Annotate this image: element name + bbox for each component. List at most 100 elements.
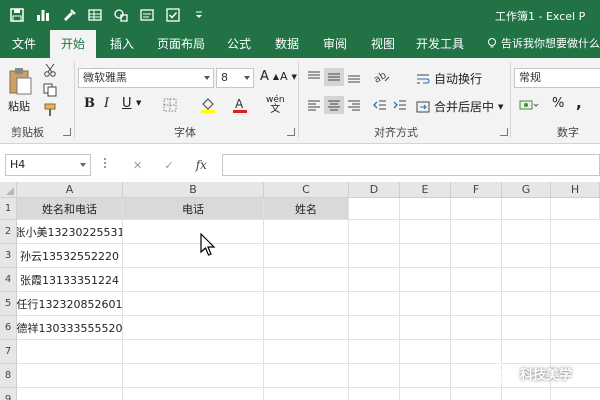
clipboard-group-label: 剪贴板 <box>11 126 44 139</box>
shrink-font-button[interactable]: A ▼ <box>280 70 297 83</box>
cell-a3[interactable]: 孙云13532552220 <box>17 244 123 268</box>
watermark-text: 科技美学 <box>520 367 573 383</box>
save-icon[interactable] <box>4 4 29 26</box>
tab-data[interactable]: 数据 <box>266 30 308 58</box>
font-name-select[interactable]: 微软雅黑 <box>78 68 214 88</box>
row-header[interactable]: 5 <box>0 292 17 316</box>
cell-a4[interactable]: 张霞13133351224 <box>17 268 123 292</box>
format-painter-icon[interactable] <box>42 102 58 118</box>
column-header-a[interactable]: A <box>17 182 123 198</box>
increase-indent-icon[interactable] <box>390 96 410 114</box>
grow-font-button[interactable]: A ▲ <box>260 69 279 84</box>
format-painter-icon[interactable] <box>56 4 81 26</box>
tab-review[interactable]: 审阅 <box>314 30 356 58</box>
cell-c1[interactable]: 姓名 <box>264 198 349 220</box>
font-launcher-icon[interactable] <box>287 128 295 136</box>
confirm-entry-button[interactable]: ✓ <box>164 159 173 172</box>
tab-view[interactable]: 视图 <box>362 30 404 58</box>
fill-color-icon[interactable] <box>196 95 220 115</box>
font-size-select[interactable]: 8 <box>216 68 254 88</box>
chart-icon[interactable] <box>30 4 55 26</box>
column-header-f[interactable]: F <box>451 182 502 198</box>
cell-a5[interactable]: 任行13232085260​1 <box>17 292 123 316</box>
column-header-g[interactable]: G <box>502 182 551 198</box>
accounting-format-icon[interactable] <box>516 96 542 114</box>
tab-page-layout[interactable]: 页面布局 <box>150 30 212 58</box>
cancel-entry-button[interactable]: ✕ <box>133 159 142 172</box>
underline-button[interactable]: U <box>122 96 132 111</box>
align-middle-icon[interactable] <box>324 68 344 86</box>
paste-icon[interactable] <box>6 64 34 98</box>
align-center-icon[interactable] <box>324 96 344 114</box>
ribbon-tab-bar: 文件 开始 插入 页面布局 公式 数据 审阅 视图 开发工具 告诉我你想要做什么 <box>0 30 600 59</box>
document-title: 工作簿1 - Excel P <box>495 10 586 23</box>
cell[interactable] <box>400 198 451 220</box>
align-top-icon[interactable] <box>304 68 324 86</box>
font-color-icon[interactable]: A <box>228 95 252 115</box>
column-header-b[interactable]: B <box>123 182 264 198</box>
cell-a2[interactable]: 张小美13230225531 <box>17 220 123 244</box>
form-icon[interactable] <box>134 4 159 26</box>
bold-button[interactable]: B <box>84 96 95 111</box>
row-header[interactable]: 3 <box>0 244 17 268</box>
orientation-icon[interactable]: ab <box>370 68 394 86</box>
clipboard-launcher-icon[interactable] <box>63 128 71 136</box>
phonetic-guide-button[interactable]: wén 文 <box>266 96 285 115</box>
name-box[interactable]: H4 <box>5 154 91 176</box>
tab-file[interactable]: 文件 <box>2 30 46 58</box>
column-header-c[interactable]: C <box>264 182 349 198</box>
paste-label[interactable]: 粘贴 <box>8 98 30 114</box>
grow-font-glyph: A <box>260 69 269 84</box>
row-header[interactable]: 1 <box>0 198 17 220</box>
align-bottom-icon[interactable] <box>344 68 364 86</box>
alignment-launcher-icon[interactable] <box>500 128 508 136</box>
align-left-icon[interactable] <box>304 96 324 114</box>
select-all-corner[interactable] <box>0 182 17 198</box>
row-header[interactable]: 6 <box>0 316 17 340</box>
number-group-label: 数字 <box>557 126 579 139</box>
cell-b1[interactable]: 电话 <box>123 198 264 220</box>
cell[interactable] <box>451 198 502 220</box>
copy-icon[interactable] <box>42 82 58 98</box>
tab-home[interactable]: 开始 <box>50 30 96 59</box>
cell[interactable] <box>551 198 600 220</box>
tab-developer[interactable]: 开发工具 <box>410 30 470 58</box>
customize-icon[interactable] <box>186 4 211 26</box>
table-icon[interactable] <box>82 4 107 26</box>
cell[interactable] <box>349 198 400 220</box>
tell-me-box[interactable]: 告诉我你想要做什么 <box>486 30 600 58</box>
italic-button[interactable]: I <box>104 96 109 111</box>
align-right-icon[interactable] <box>344 96 364 114</box>
row-header[interactable]: 9 <box>0 388 17 400</box>
tab-insert[interactable]: 插入 <box>100 30 144 58</box>
decrease-indent-icon[interactable] <box>370 96 390 114</box>
column-header-e[interactable]: E <box>400 182 451 198</box>
insert-function-button[interactable]: fx <box>196 158 207 172</box>
percent-style-button[interactable]: % <box>552 96 564 111</box>
shapes-icon[interactable] <box>108 4 133 26</box>
mouse-cursor-icon <box>200 233 216 256</box>
cell[interactable] <box>502 198 551 220</box>
row-header[interactable]: 2 <box>0 220 17 244</box>
formula-input[interactable] <box>222 154 600 176</box>
name-box-value: H4 <box>10 158 26 171</box>
separator <box>298 62 299 138</box>
merge-center-button[interactable]: 合并后居中 ▼ <box>416 98 503 115</box>
tab-formulas[interactable]: 公式 <box>218 30 260 58</box>
cell-a6[interactable]: 德祥130333555520 <box>17 316 123 340</box>
formula-bar-grip[interactable] <box>104 158 107 172</box>
cut-icon[interactable] <box>42 62 58 78</box>
row-header[interactable]: 4 <box>0 268 17 292</box>
font-group-label: 字体 <box>174 126 196 139</box>
column-header-h[interactable]: H <box>551 182 600 198</box>
wrap-text-button[interactable]: 自动换行 <box>416 70 482 87</box>
checkbox-icon[interactable] <box>160 4 185 26</box>
underline-dropdown-icon[interactable]: ▼ <box>136 99 141 107</box>
comma-style-button[interactable]: , <box>576 94 582 112</box>
cell-a1[interactable]: 姓名和电话 <box>17 198 123 220</box>
borders-icon[interactable] <box>158 96 182 114</box>
column-header-d[interactable]: D <box>349 182 400 198</box>
row-header[interactable]: 7 <box>0 340 17 364</box>
row-header[interactable]: 8 <box>0 364 17 388</box>
number-format-select[interactable]: 常规 <box>514 68 600 88</box>
